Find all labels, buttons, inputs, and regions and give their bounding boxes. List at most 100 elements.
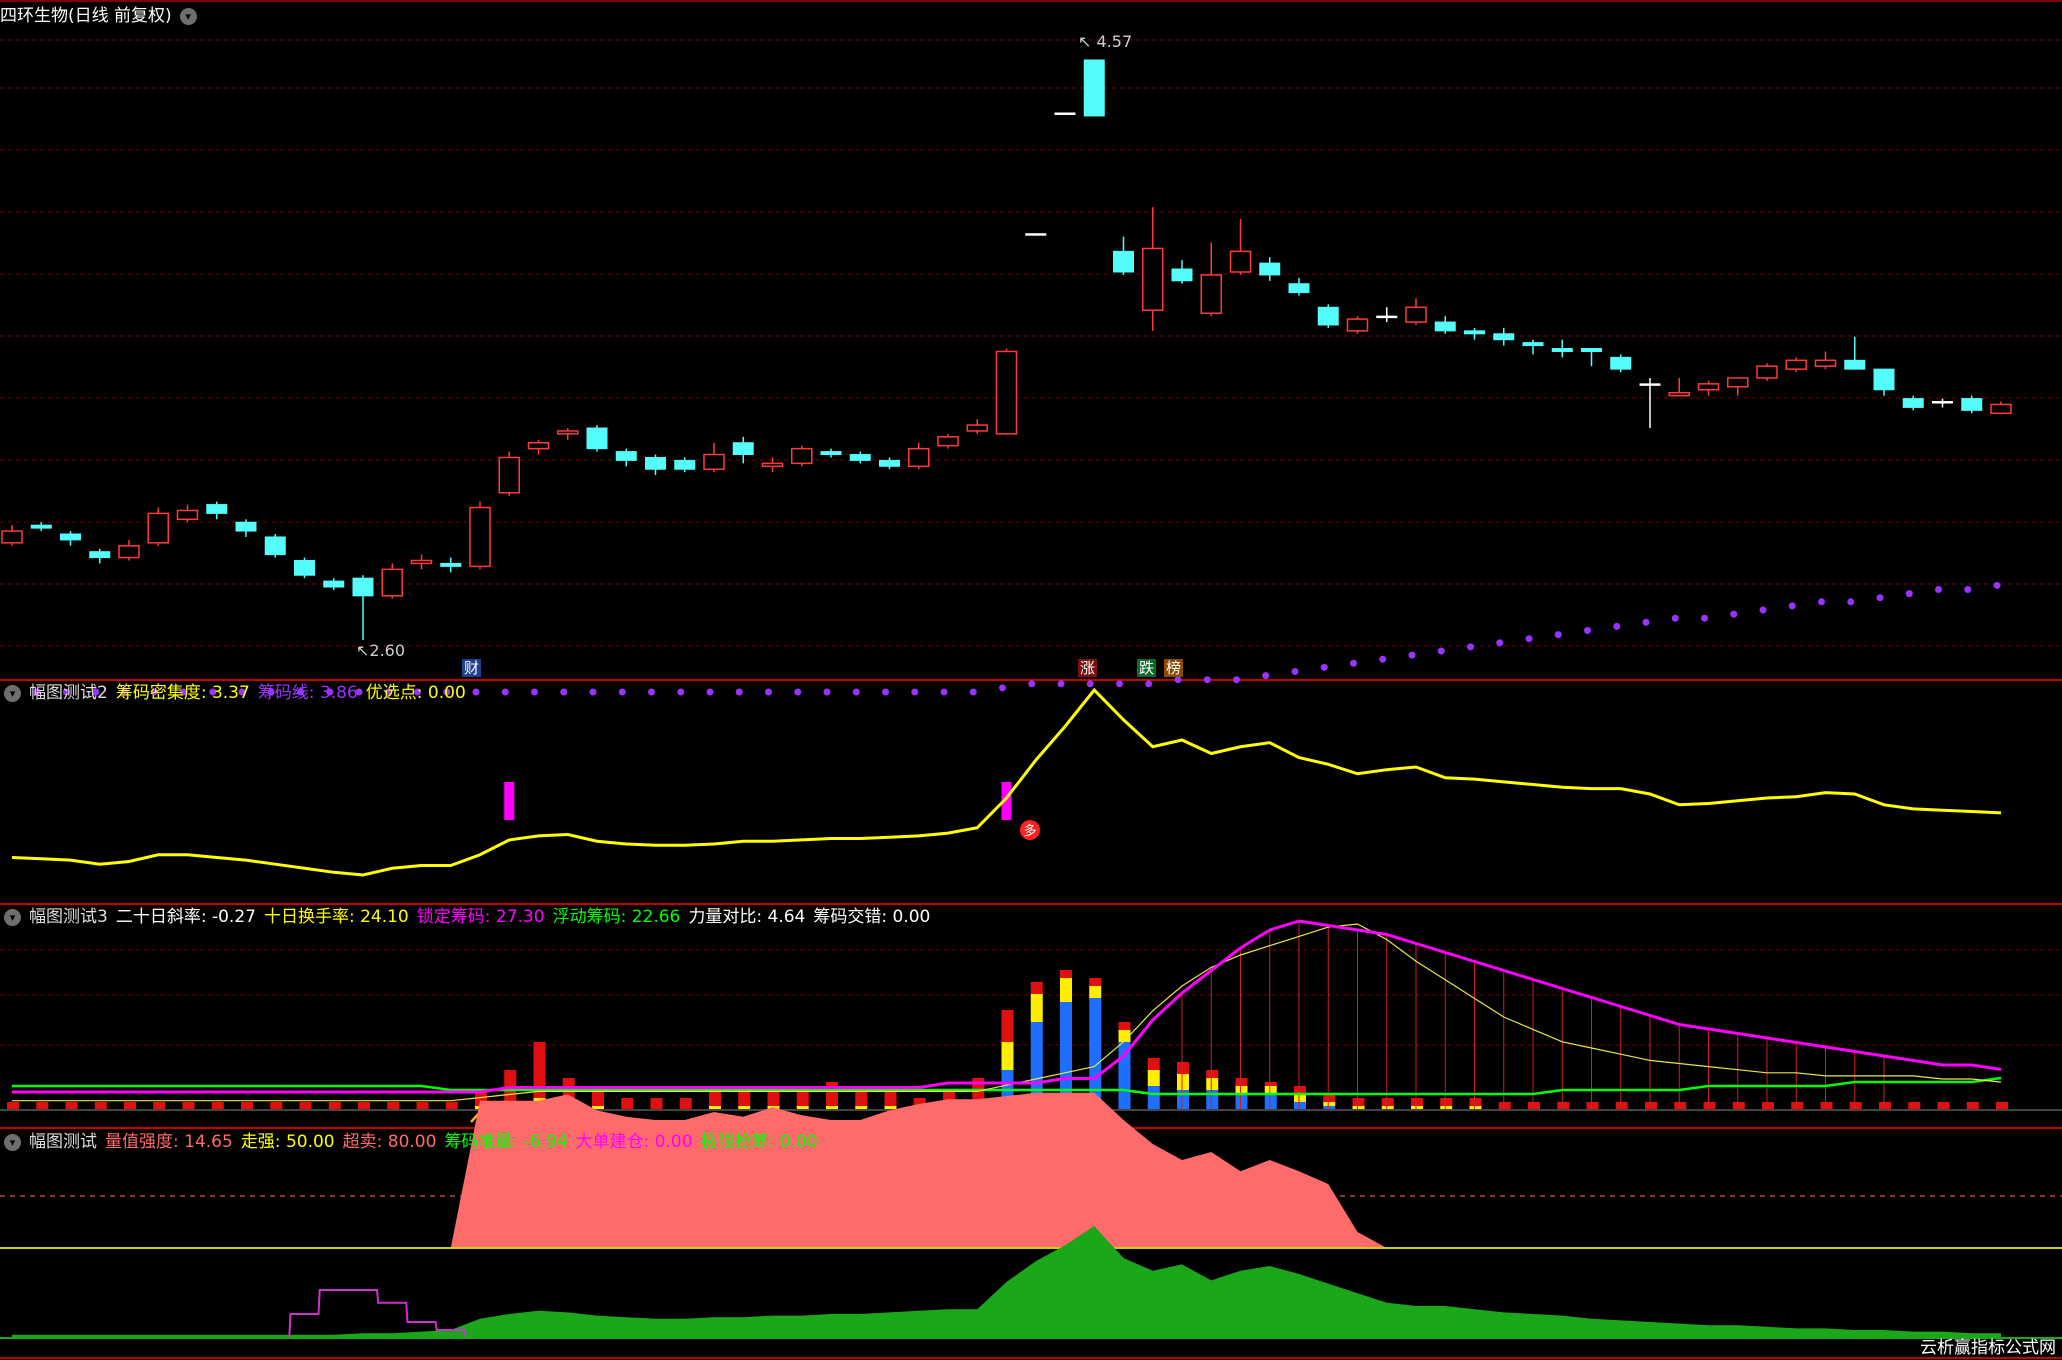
stack-bar-red: [621, 1098, 634, 1110]
chip-line-dot: [1584, 627, 1591, 634]
chip-line-dot: [648, 688, 655, 696]
candle-body: [1844, 359, 1866, 370]
stack-bar-red: [182, 1102, 195, 1110]
candle-body: [235, 521, 257, 532]
stack-bar-red: [855, 1090, 868, 1106]
stack-bar-red: [211, 1102, 224, 1110]
panel3-legend-item: 力量对比: 4.64: [688, 907, 806, 927]
chip-line-dot: [969, 688, 977, 696]
chip-line-dot: [735, 688, 743, 696]
candle-body: [1902, 398, 1924, 408]
candle-body: [1581, 348, 1602, 352]
candle-body: [294, 560, 315, 576]
stack-bar-red: [36, 1102, 49, 1110]
candle-body: [1142, 247, 1164, 312]
chip-line-dot: [1467, 643, 1474, 651]
stack-bar-red: [592, 1090, 604, 1106]
chevron-down-icon[interactable]: ▾: [4, 908, 21, 926]
stack-bar-red: [1674, 1102, 1687, 1110]
chip-line-dot: [1818, 598, 1825, 606]
stack-bar-blue: [1118, 1042, 1131, 1110]
chip-line-dot: [1057, 680, 1065, 688]
chip-line-dot: [1730, 610, 1738, 618]
tag-bang[interactable]: 榜: [1164, 659, 1184, 677]
candle-body: [1697, 383, 1720, 391]
chip-line-dot: [1964, 586, 1972, 593]
candle-body: [440, 562, 462, 567]
stack-bar-red: [1206, 1070, 1219, 1078]
candle-body: [879, 459, 900, 467]
stack-bar-red: [1762, 1102, 1774, 1110]
chevron-down-icon[interactable]: ▾: [4, 684, 21, 702]
stack-bar-red: [7, 1102, 19, 1110]
candle-body: [1054, 112, 1076, 115]
chevron-down-icon[interactable]: ▾: [4, 1133, 21, 1151]
high-price-label: ↖ 4.57: [1078, 32, 1133, 51]
panel3-legend-item: 筹码交错: 0.00: [813, 907, 931, 927]
panel2-legend-item: 优选点: 0.00: [365, 683, 466, 703]
candle-body: [674, 459, 696, 470]
panel4-legend-item: 超卖: 80.00: [342, 1132, 437, 1152]
candle-body: [791, 447, 813, 465]
candle-body: [1522, 342, 1544, 347]
stack-bar-red: [1440, 1098, 1453, 1106]
panel3-legend-item: 锁定筹码: 27.30: [416, 907, 545, 927]
candle-body: [1814, 359, 1837, 367]
candle-body: [615, 451, 637, 461]
chip-line-dot: [1320, 663, 1328, 671]
panel4-legend-item: 大单建仓: 0.00: [575, 1132, 693, 1152]
candle-body: [1, 530, 23, 544]
panel3-legend-item: 十日换手率: 24.10: [263, 907, 409, 927]
stack-bar-yellow: [1323, 1102, 1336, 1106]
candle-body: [732, 442, 754, 456]
chevron-down-icon[interactable]: ▾: [179, 7, 197, 25]
chip-line-dot: [1788, 602, 1796, 610]
stock-title: 四环生物(日线 前复权): [0, 6, 172, 26]
chip-line-dot: [1028, 680, 1036, 688]
candle-body: [381, 568, 403, 597]
chip-line-dot: [589, 688, 597, 696]
watermark: 云析赢指标公式网: [1920, 1338, 2056, 1358]
candle-body: [1464, 330, 1485, 335]
chip-line-dot: [823, 688, 831, 696]
chip-line-dot: [531, 688, 538, 696]
panel2-legend-item: 筹码线: 3.86: [257, 683, 358, 703]
stack-bar-red: [1147, 1058, 1160, 1070]
chip-line-dot: [852, 688, 860, 696]
chip-line-dot: [1701, 614, 1708, 622]
chip-line-dot: [1905, 590, 1913, 598]
panel4-legend-item: 走强: 50.00: [240, 1132, 335, 1152]
candle-body: [89, 551, 111, 559]
tag-die[interactable]: 跌: [1137, 659, 1157, 677]
panel2-header: ▾ 幅图测试2 筹码密集度: 3.37 筹码线: 3.86 优选点: 0.00: [0, 681, 474, 705]
chip-line-dot: [1671, 614, 1679, 622]
arrow-icon: ↖: [1078, 32, 1092, 51]
candle-body: [1025, 233, 1047, 236]
chip-line-dot: [1203, 676, 1211, 684]
candle-body: [352, 577, 374, 597]
panel4-legend-item: 筹码堆量: -6.94: [444, 1132, 568, 1152]
chip-line-dot: [1613, 622, 1621, 630]
stack-bar-yellow: [1177, 1074, 1189, 1090]
candle-body: [118, 545, 140, 559]
stack-bar-red: [1001, 1010, 1014, 1042]
stack-bar-red: [1177, 1062, 1189, 1074]
candle-body: [1990, 403, 2012, 415]
candle-body: [60, 533, 81, 541]
candle-body: [1610, 356, 1632, 370]
signal-marker-label: 多: [1023, 823, 1036, 839]
stack-bar-red: [358, 1102, 370, 1110]
chip-line-dot: [501, 688, 509, 696]
candle-body: [645, 456, 666, 470]
candle-body: [1229, 250, 1252, 273]
candle-body: [1668, 391, 1690, 397]
stack-bar-yellow: [1030, 994, 1043, 1022]
chip-line-dot: [1876, 594, 1884, 602]
tag-cai[interactable]: 财: [462, 659, 482, 677]
chip-line-dot: [882, 688, 889, 696]
candle-body: [147, 512, 169, 544]
main-panel-header: 四环生物(日线 前复权) ▾: [0, 4, 205, 28]
panel3-header: ▾ 幅图测试3 二十日斜率: -0.27 十日换手率: 24.10 锁定筹码: 27…: [0, 905, 938, 929]
candle-body: [1259, 262, 1281, 276]
tag-zhang[interactable]: 涨: [1078, 659, 1098, 677]
